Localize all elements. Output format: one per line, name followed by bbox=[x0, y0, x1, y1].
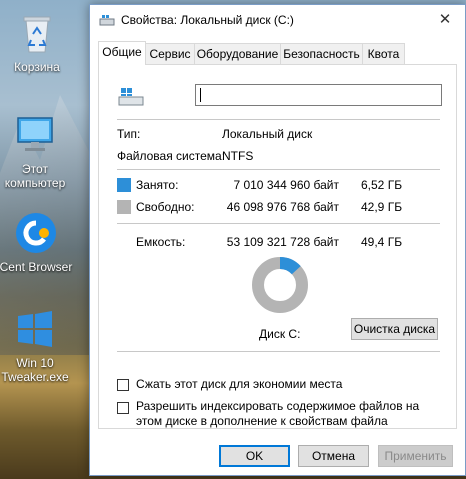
desktop-icon-label: Win 10 Tweaker.exe bbox=[1, 356, 69, 384]
capacity-label: Емкость: bbox=[136, 235, 186, 249]
divider bbox=[117, 223, 440, 224]
filesystem-label: Файловая система: bbox=[117, 149, 226, 163]
properties-dialog: Свойства: Локальный диск (C:) ✕ Общие Се… bbox=[89, 4, 466, 476]
desktop-icon-win10-tweaker[interactable]: Win 10 Tweaker.exe bbox=[0, 306, 76, 384]
drive-name-input[interactable] bbox=[195, 84, 442, 106]
free-gb: 42,9 ГБ bbox=[361, 200, 403, 214]
divider bbox=[117, 351, 440, 352]
free-color-swatch bbox=[117, 200, 131, 214]
divider bbox=[117, 119, 440, 120]
free-label: Свободно: bbox=[136, 200, 195, 214]
close-button[interactable]: ✕ bbox=[433, 9, 457, 31]
local-disk-icon bbox=[117, 85, 147, 109]
tab-quota[interactable]: Квота bbox=[362, 43, 405, 64]
disk-label: Диск C: bbox=[259, 327, 301, 341]
cent-browser-icon bbox=[13, 210, 59, 256]
desktop-icon-label: Корзина bbox=[14, 60, 60, 74]
index-checkbox[interactable] bbox=[117, 402, 129, 414]
desktop-icon-this-pc[interactable]: Этот компьютер bbox=[0, 112, 76, 190]
used-label: Занято: bbox=[136, 178, 179, 192]
recycle-bin-icon bbox=[14, 10, 60, 56]
window-title: Свойства: Локальный диск (C:) bbox=[121, 13, 294, 27]
desktop-icon-recycle-bin[interactable]: Корзина bbox=[0, 10, 78, 74]
desktop-icon-label: Cent Browser bbox=[0, 260, 73, 274]
apply-button[interactable]: Применить bbox=[378, 445, 453, 467]
capacity-gb: 49,4 ГБ bbox=[361, 235, 403, 249]
compress-label: Сжать этот диск для экономии места bbox=[136, 377, 343, 391]
divider bbox=[117, 169, 440, 170]
desktop-icon-cent-browser[interactable]: Cent Browser bbox=[0, 210, 77, 274]
windows-logo-icon bbox=[12, 306, 58, 352]
tab-general[interactable]: Общие bbox=[98, 41, 146, 65]
index-label: Разрешить индексировать содержимое файло… bbox=[136, 399, 420, 428]
capacity-bytes: 53 109 321 728 байт bbox=[226, 235, 339, 249]
drive-icon bbox=[99, 13, 115, 27]
used-bytes: 7 010 344 960 байт bbox=[233, 178, 339, 192]
computer-icon bbox=[12, 112, 58, 158]
title-bar[interactable]: Свойства: Локальный диск (C:) ✕ bbox=[90, 5, 465, 35]
type-label: Тип: bbox=[117, 127, 141, 141]
ok-button[interactable]: OK bbox=[219, 445, 290, 467]
tab-service[interactable]: Сервис bbox=[145, 43, 195, 64]
disk-cleanup-button[interactable]: Очистка диска bbox=[351, 318, 438, 340]
type-value: Локальный диск bbox=[222, 127, 313, 141]
used-color-swatch bbox=[117, 178, 131, 192]
general-tab-panel: Тип: Локальный диск Файловая система: NT… bbox=[98, 64, 457, 429]
used-gb: 6,52 ГБ bbox=[361, 178, 403, 192]
tab-hardware[interactable]: Оборудование bbox=[194, 43, 281, 64]
text-caret bbox=[200, 88, 201, 102]
desktop-icon-label: Этот компьютер bbox=[4, 162, 66, 190]
compress-checkbox[interactable] bbox=[117, 379, 129, 391]
tab-security[interactable]: Безопасность bbox=[280, 43, 363, 64]
free-bytes: 46 098 976 768 байт bbox=[226, 200, 339, 214]
filesystem-value: NTFS bbox=[222, 149, 254, 163]
disk-usage-donut bbox=[251, 256, 309, 314]
cancel-button[interactable]: Отмена bbox=[298, 445, 369, 467]
